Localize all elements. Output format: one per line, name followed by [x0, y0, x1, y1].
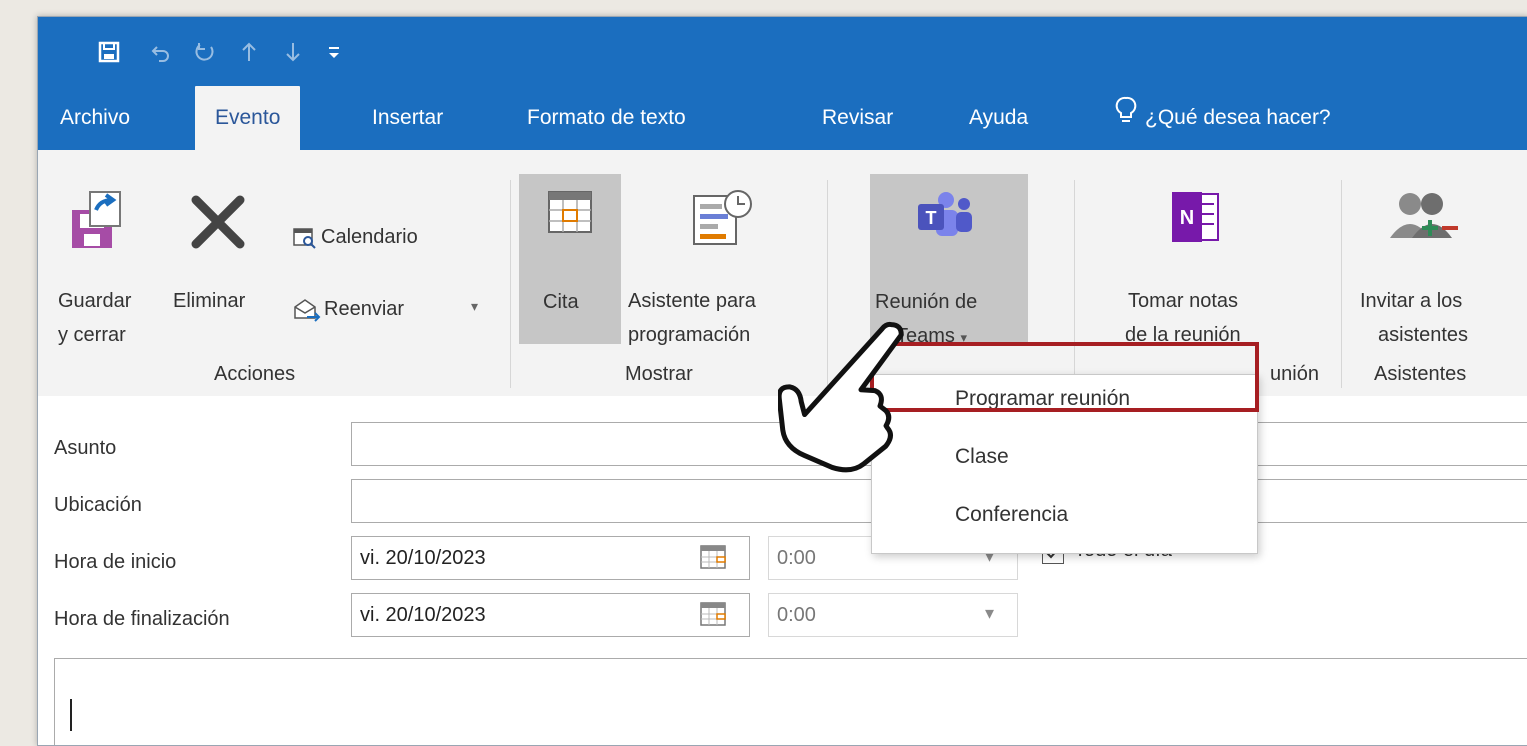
- end-time-value: 0:00: [777, 604, 816, 626]
- invite-attendees-icon: [1388, 190, 1464, 249]
- redo-icon[interactable]: [190, 39, 220, 65]
- subject-label: Asunto: [54, 437, 117, 459]
- delete-icon: [190, 194, 246, 255]
- save-close-icon: [70, 190, 124, 255]
- lightbulb-icon: [1115, 86, 1137, 150]
- save-close-label-2: y cerrar: [58, 324, 126, 346]
- meeting-notes-label-1: Tomar notas: [1128, 290, 1239, 312]
- group-asistentes-label: Asistentes: [1374, 363, 1467, 385]
- chevron-down-icon[interactable]: ▾: [985, 603, 994, 624]
- up-arrow-icon[interactable]: [234, 39, 264, 65]
- location-label: Ubicación: [54, 494, 142, 516]
- delete-label: Eliminar: [173, 290, 246, 312]
- down-arrow-icon[interactable]: [278, 39, 308, 65]
- start-date-field[interactable]: vi. 20/10/2023: [351, 536, 750, 580]
- date-picker-icon[interactable]: [700, 545, 726, 574]
- forward-mail-icon: [293, 298, 321, 327]
- cita-button[interactable]: Cita: [519, 174, 621, 344]
- start-date-value: vi. 20/10/2023: [360, 547, 486, 569]
- cita-label: Cita: [543, 291, 579, 313]
- tab-formato-de-texto[interactable]: Formato de texto: [527, 86, 686, 150]
- group-separator: [510, 180, 511, 388]
- end-time-field[interactable]: 0:00 ▾: [768, 593, 1018, 637]
- start-time-label: Hora de inicio: [54, 551, 177, 573]
- menu-item-conferencia[interactable]: Conferencia: [955, 503, 1068, 527]
- onenote-icon: N: [1170, 190, 1222, 249]
- end-time-label: Hora de finalización: [54, 608, 230, 630]
- calendar-label: Calendario: [321, 226, 418, 248]
- scheduling-assistant-icon: [692, 188, 754, 253]
- calendar-search-icon: [293, 227, 317, 254]
- invite-label-1: Invitar a los: [1360, 290, 1463, 312]
- title-bar: [38, 17, 1527, 86]
- end-date-value: vi. 20/10/2023: [360, 604, 486, 626]
- group-separator: [1341, 180, 1342, 388]
- customize-qat-icon[interactable]: [322, 39, 346, 65]
- text-cursor: [70, 699, 72, 731]
- forward-label: Reenviar: [324, 298, 405, 320]
- ribbon-tabs: Archivo Evento Insertar Formato de texto…: [38, 86, 1527, 150]
- start-time-value: 0:00: [777, 547, 816, 569]
- chevron-down-icon: ▾: [471, 298, 479, 314]
- teams-icon: T: [914, 190, 978, 245]
- highlight-box: [870, 342, 1259, 412]
- save-icon[interactable]: [94, 39, 124, 65]
- tell-me-box[interactable]: ¿Qué desea hacer?: [1115, 86, 1331, 150]
- svg-text:N: N: [1180, 207, 1194, 229]
- tell-me-text: ¿Qué desea hacer?: [1145, 106, 1331, 129]
- date-picker-icon[interactable]: [700, 602, 726, 631]
- appointment-icon: [547, 190, 593, 239]
- group-reunion-label: unión: [1270, 363, 1319, 385]
- body-editor[interactable]: [54, 658, 1527, 745]
- group-acciones-label: Acciones: [214, 363, 296, 385]
- undo-icon[interactable]: [146, 39, 176, 65]
- invite-label-2: asistentes: [1378, 324, 1469, 346]
- tab-archivo[interactable]: Archivo: [60, 86, 130, 150]
- tab-evento[interactable]: Evento: [195, 86, 301, 150]
- group-mostrar-label: Mostrar: [625, 363, 693, 385]
- menu-item-clase[interactable]: Clase: [955, 445, 1009, 469]
- pointing-hand-icon: [776, 307, 908, 482]
- tab-ayuda[interactable]: Ayuda: [969, 86, 1028, 150]
- outlook-event-window: Archivo Evento Insertar Formato de texto…: [37, 16, 1527, 746]
- end-date-field[interactable]: vi. 20/10/2023: [351, 593, 750, 637]
- tab-revisar[interactable]: Revisar: [822, 86, 893, 150]
- tab-insertar[interactable]: Insertar: [372, 86, 443, 150]
- svg-text:T: T: [926, 208, 937, 228]
- scheduling-label-1: Asistente para: [628, 290, 756, 312]
- scheduling-label-2: programación: [628, 324, 751, 346]
- save-close-label-1: Guardar: [58, 290, 132, 312]
